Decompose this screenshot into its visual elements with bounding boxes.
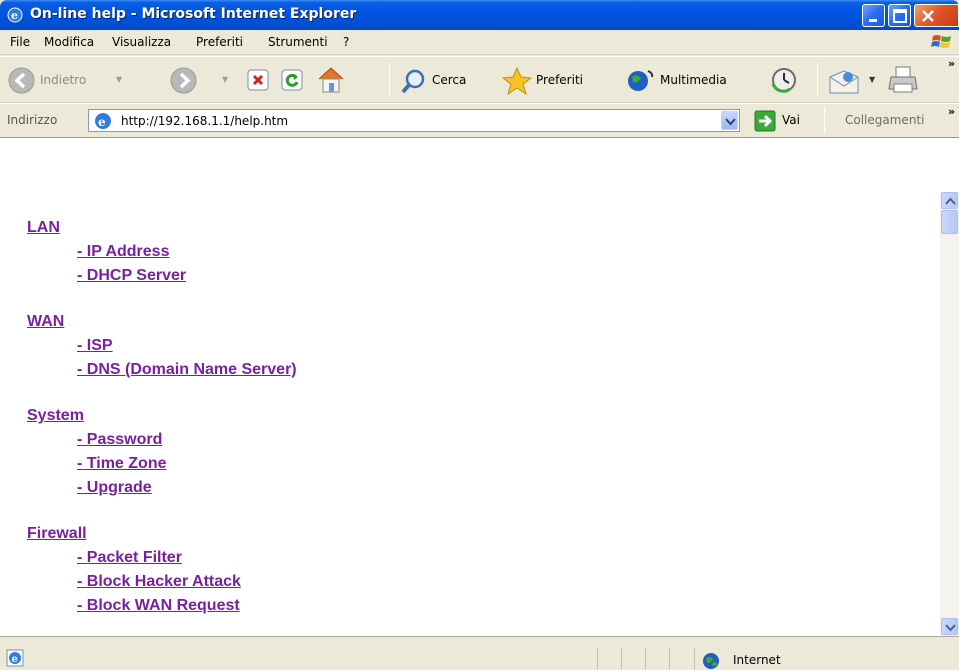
ie-icon: e — [7, 7, 23, 23]
go-button[interactable]: Vai — [754, 110, 812, 132]
link-block-hacker-attack[interactable]: - Block Hacker Attack — [77, 570, 297, 594]
address-url: http://192.168.1.1/help.htm — [121, 114, 289, 128]
chevron-down-icon — [945, 624, 956, 632]
address-bar: Indirizzo e http://192.168.1.1/help.htm … — [0, 103, 959, 137]
help-table-of-contents: LAN - IP Address - DHCP Server WAN - ISP… — [27, 216, 297, 618]
back-label: Indietro — [40, 73, 87, 87]
status-pane — [597, 648, 598, 670]
status-pane — [645, 648, 646, 670]
title-bar: e On-line help - Microsoft Internet Expl… — [0, 0, 959, 30]
section-system: System - Password - Time Zone - Upgrade — [27, 404, 297, 500]
search-button[interactable]: Cerca — [400, 61, 490, 99]
home-icon[interactable] — [316, 65, 346, 95]
status-pane — [694, 648, 695, 670]
menu-bar: File Modifica Visualizza Preferiti Strum… — [0, 30, 959, 55]
section-lan: LAN - IP Address - DHCP Server — [27, 216, 297, 288]
address-separator — [824, 107, 825, 133]
menu-file[interactable]: File — [10, 35, 30, 49]
menu-help[interactable]: ? — [343, 35, 349, 49]
back-button[interactable]: Indietro ▼ — [6, 61, 146, 99]
link-password[interactable]: - Password — [77, 428, 297, 452]
menu-favorites[interactable]: Preferiti — [196, 35, 243, 49]
search-icon — [401, 69, 425, 94]
toolbar-separator — [817, 63, 818, 97]
address-input[interactable]: e http://192.168.1.1/help.htm — [88, 109, 740, 132]
link-ip-address[interactable]: - IP Address — [77, 240, 297, 264]
scroll-down-button[interactable] — [941, 618, 958, 635]
media-label: Multimedia — [660, 73, 727, 87]
security-zone-label: Internet — [733, 653, 781, 667]
link-block-wan-request[interactable]: - Block WAN Request — [77, 594, 297, 618]
maximize-button[interactable] — [888, 4, 911, 27]
link-isp[interactable]: - ISP — [77, 334, 297, 358]
link-firewall[interactable]: Firewall — [27, 522, 297, 546]
search-label: Cerca — [432, 73, 467, 87]
toolbar: Indietro ▼ ▼ Cerca Preferiti Multimedia … — [0, 56, 959, 103]
refresh-icon[interactable] — [280, 68, 304, 92]
links-label[interactable]: Collegamenti — [845, 113, 924, 127]
chevron-up-icon — [945, 197, 956, 205]
status-pane — [621, 648, 622, 670]
back-arrow-icon — [8, 67, 35, 94]
link-upgrade[interactable]: - Upgrade — [77, 476, 297, 500]
toolbar-overflow-chevron[interactable]: » — [948, 57, 955, 70]
section-firewall: Firewall - Packet Filter - Block Hacker … — [27, 522, 297, 618]
go-arrow-icon — [754, 110, 776, 132]
link-wan[interactable]: WAN — [27, 310, 297, 334]
internet-globe-icon — [703, 653, 719, 669]
toolbar-separator — [389, 63, 390, 97]
forward-button[interactable]: ▼ — [170, 61, 230, 99]
minimize-button[interactable] — [862, 4, 885, 27]
status-bar: e Internet — [0, 636, 959, 670]
history-icon[interactable] — [770, 66, 798, 94]
favorites-label: Preferiti — [536, 73, 583, 87]
favorites-star-icon — [502, 66, 532, 96]
mail-button[interactable]: ▼ — [828, 61, 880, 99]
address-dropdown-button[interactable] — [721, 111, 738, 130]
media-button[interactable]: Multimedia — [626, 61, 756, 99]
address-label: Indirizzo — [7, 113, 58, 127]
chevron-down-icon — [725, 118, 736, 126]
link-lan[interactable]: LAN — [27, 216, 297, 240]
link-packet-filter[interactable]: - Packet Filter — [77, 546, 297, 570]
section-wan: WAN - ISP - DNS (Domain Name Server) — [27, 310, 297, 382]
menu-edit[interactable]: Modifica — [44, 35, 94, 49]
link-system[interactable]: System — [27, 404, 297, 428]
links-overflow-chevron[interactable]: » — [948, 105, 955, 118]
link-dns[interactable]: - DNS (Domain Name Server) — [77, 358, 297, 382]
close-button[interactable] — [914, 4, 959, 27]
maximize-icon — [893, 9, 907, 23]
media-globe-icon — [628, 70, 654, 91]
scroll-thumb[interactable] — [941, 210, 958, 234]
windows-logo-icon — [931, 35, 951, 48]
scroll-up-button[interactable] — [941, 192, 958, 209]
close-icon — [922, 10, 934, 22]
go-label: Vai — [782, 113, 800, 127]
page-content: LAN - IP Address - DHCP Server WAN - ISP… — [0, 137, 959, 636]
link-dhcp-server[interactable]: - DHCP Server — [77, 264, 297, 288]
mail-icon — [829, 70, 859, 94]
forward-arrow-icon — [170, 67, 197, 94]
menu-tools[interactable]: Strumenti — [268, 35, 328, 49]
link-time-zone[interactable]: - Time Zone — [77, 452, 297, 476]
svg-text:e: e — [11, 9, 18, 22]
status-pane — [669, 648, 670, 670]
page-ie-icon: e — [95, 113, 111, 129]
svg-text:e: e — [98, 115, 106, 129]
favorites-button[interactable]: Preferiti — [502, 61, 614, 99]
mail-dropdown-icon[interactable]: ▼ — [869, 75, 875, 84]
svg-text:e: e — [12, 654, 18, 665]
print-icon[interactable] — [888, 65, 918, 95]
minimize-icon — [869, 19, 877, 22]
page-status-icon: e — [6, 649, 24, 667]
window-title: On-line help - Microsoft Internet Explor… — [30, 6, 357, 22]
stop-icon[interactable] — [246, 68, 270, 92]
forward-dropdown-icon[interactable]: ▼ — [222, 75, 228, 84]
back-dropdown-icon[interactable]: ▼ — [116, 75, 122, 84]
vertical-scrollbar[interactable] — [940, 192, 959, 636]
menu-view[interactable]: Visualizza — [112, 35, 171, 49]
